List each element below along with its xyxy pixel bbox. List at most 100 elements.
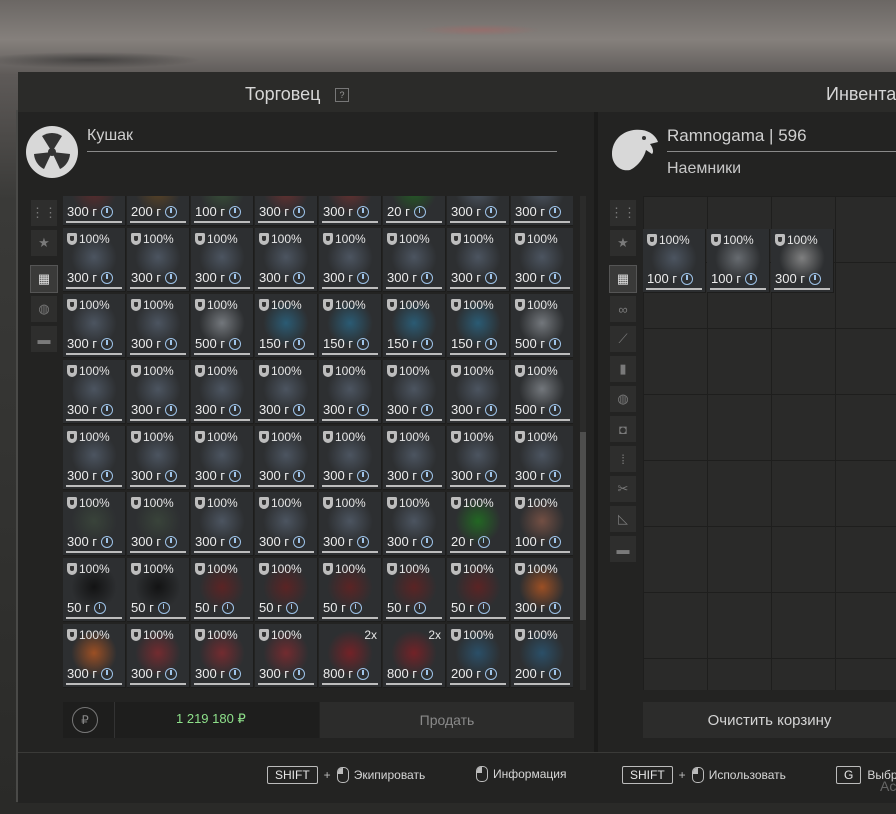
item-slot[interactable]: 100% 300 г — [255, 624, 318, 688]
item-slot[interactable]: 100% 500 г — [191, 294, 254, 358]
item-slot[interactable]: 100% 300 г — [127, 426, 190, 490]
camera-icon[interactable]: ◘ — [610, 416, 636, 442]
item-slot[interactable]: 100% 500 г — [511, 294, 573, 358]
link-icon[interactable]: ∞ — [610, 296, 636, 322]
item-slot[interactable]: 20 г — [383, 196, 446, 226]
item-slot[interactable]: 100% 300 г — [255, 492, 318, 556]
clear-basket-button[interactable]: Очистить корзину — [643, 702, 896, 738]
item-slot[interactable]: 100% 100 г — [707, 229, 770, 293]
item-slot[interactable]: 200 г — [127, 196, 190, 226]
price-underline — [710, 288, 766, 290]
archive-icon[interactable]: ▬ — [31, 326, 57, 352]
item-slot[interactable]: 100% 300 г — [255, 228, 318, 292]
item-slot[interactable]: 100% 50 г — [127, 558, 190, 622]
shield-icon — [515, 233, 525, 245]
clock-icon — [485, 469, 498, 482]
shield-icon — [131, 431, 141, 443]
item-slot[interactable]: 100% 300 г — [63, 624, 126, 688]
item-slot[interactable]: 100% 500 г — [511, 360, 573, 424]
item-slot[interactable]: 100% 300 г — [63, 294, 126, 358]
item-price: 100 г — [711, 271, 758, 286]
item-slot[interactable]: 100% 50 г — [447, 558, 510, 622]
clock-icon — [229, 403, 242, 416]
item-slot[interactable]: 100% 300 г — [383, 360, 446, 424]
item-slot[interactable]: 100% 300 г — [63, 492, 126, 556]
item-slot[interactable]: 100% 300 г — [63, 426, 126, 490]
item-slot[interactable]: 100% 300 г — [319, 492, 382, 556]
item-slot[interactable]: 100% 200 г — [511, 624, 573, 688]
item-slot[interactable]: 100% 300 г — [383, 492, 446, 556]
item-slot[interactable]: 100% 50 г — [319, 558, 382, 622]
item-slot[interactable]: 300 г — [255, 196, 318, 226]
item-slot[interactable]: 2x 800 г — [319, 624, 382, 688]
item-slot[interactable]: 100% 300 г — [319, 360, 382, 424]
item-slot[interactable]: 100% 150 г — [319, 294, 382, 358]
item-slot[interactable]: 100% 300 г — [191, 426, 254, 490]
item-slot[interactable]: 100% 20 г — [447, 492, 510, 556]
item-slot[interactable]: 100% 300 г — [255, 426, 318, 490]
item-slot[interactable]: 100% 300 г — [383, 426, 446, 490]
item-slot[interactable]: 100% 300 г — [447, 426, 510, 490]
grid-icon[interactable]: ▦ — [30, 265, 58, 293]
clock-icon — [549, 601, 562, 614]
item-slot[interactable]: 100% 150 г — [447, 294, 510, 358]
inventory-title: Инвента — [826, 84, 896, 104]
item-slot[interactable]: 100% 300 г — [255, 360, 318, 424]
shield-icon — [515, 629, 525, 641]
item-slot[interactable]: 100% 300 г — [319, 228, 382, 292]
item-slot[interactable]: 100% 50 г — [255, 558, 318, 622]
item-slot[interactable]: 300 г — [63, 196, 126, 226]
item-slot[interactable]: 100% 300 г — [511, 228, 573, 292]
rifle-icon[interactable]: ⟋ — [610, 326, 636, 352]
item-slot[interactable]: 100% 300 г — [447, 360, 510, 424]
ammo-icon[interactable]: ⁞ — [610, 446, 636, 472]
item-slot[interactable]: 100% 150 г — [255, 294, 318, 358]
item-slot[interactable]: 100% 300 г — [127, 492, 190, 556]
item-slot[interactable]: 300 г — [319, 196, 382, 226]
item-slot[interactable]: 100% 300 г — [383, 228, 446, 292]
item-slot[interactable]: 100% 300 г — [511, 426, 573, 490]
item-slot[interactable]: 100% 300 г — [127, 624, 190, 688]
item-slot[interactable]: 100% 300 г — [127, 360, 190, 424]
scrollbar-thumb[interactable] — [580, 432, 586, 620]
help-icon[interactable]: ? — [335, 88, 349, 102]
item-slot[interactable]: 100% 300 г — [191, 360, 254, 424]
item-slot[interactable]: 300 г — [511, 196, 573, 226]
trader-title: Торговец — [245, 84, 321, 104]
ruler-icon[interactable]: ◺ — [610, 506, 636, 532]
tools-icon[interactable]: ✂ — [610, 476, 636, 502]
item-slot[interactable]: 100% 100 г — [511, 492, 573, 556]
bullet-icon[interactable]: ▮ — [610, 356, 636, 382]
star-icon[interactable]: ★ — [610, 230, 636, 256]
item-slot[interactable]: 100% 300 г — [127, 228, 190, 292]
item-slot[interactable]: 100% 300 г — [447, 228, 510, 292]
item-slot[interactable]: 100% 300 г — [771, 229, 834, 293]
sell-button[interactable]: Продать — [320, 702, 574, 738]
grid-icon[interactable]: ▦ — [609, 265, 637, 293]
item-slot[interactable]: 100% 300 г — [511, 558, 573, 622]
price-underline — [66, 551, 122, 553]
item-slot[interactable]: 100% 300 г — [191, 492, 254, 556]
clock-icon — [229, 205, 242, 218]
item-slot[interactable]: 2x 800 г — [383, 624, 446, 688]
item-slot[interactable]: 100% 300 г — [191, 624, 254, 688]
item-slot[interactable]: 100% 100 г — [643, 229, 706, 293]
grid-lines-icon[interactable]: ⋮⋮ — [610, 200, 636, 226]
item-slot[interactable]: 100% 300 г — [127, 294, 190, 358]
item-slot[interactable]: 100% 300 г — [63, 360, 126, 424]
ball-icon[interactable]: ◍ — [610, 386, 636, 412]
item-slot[interactable]: 100% 50 г — [63, 558, 126, 622]
item-slot[interactable]: 100% 300 г — [63, 228, 126, 292]
star-icon[interactable]: ★ — [31, 230, 57, 256]
ball-icon[interactable]: ◍ — [31, 296, 57, 322]
grid-lines-icon[interactable]: ⋮⋮ — [31, 200, 57, 226]
item-slot[interactable]: 100% 200 г — [447, 624, 510, 688]
archive-icon[interactable]: ▬ — [610, 536, 636, 562]
item-slot[interactable]: 100% 50 г — [191, 558, 254, 622]
item-slot[interactable]: 100% 300 г — [319, 426, 382, 490]
item-slot[interactable]: 100% 300 г — [191, 228, 254, 292]
item-slot[interactable]: 300 г — [447, 196, 510, 226]
item-slot[interactable]: 100% 50 г — [383, 558, 446, 622]
item-slot[interactable]: 100 г — [191, 196, 254, 226]
item-slot[interactable]: 100% 150 г — [383, 294, 446, 358]
